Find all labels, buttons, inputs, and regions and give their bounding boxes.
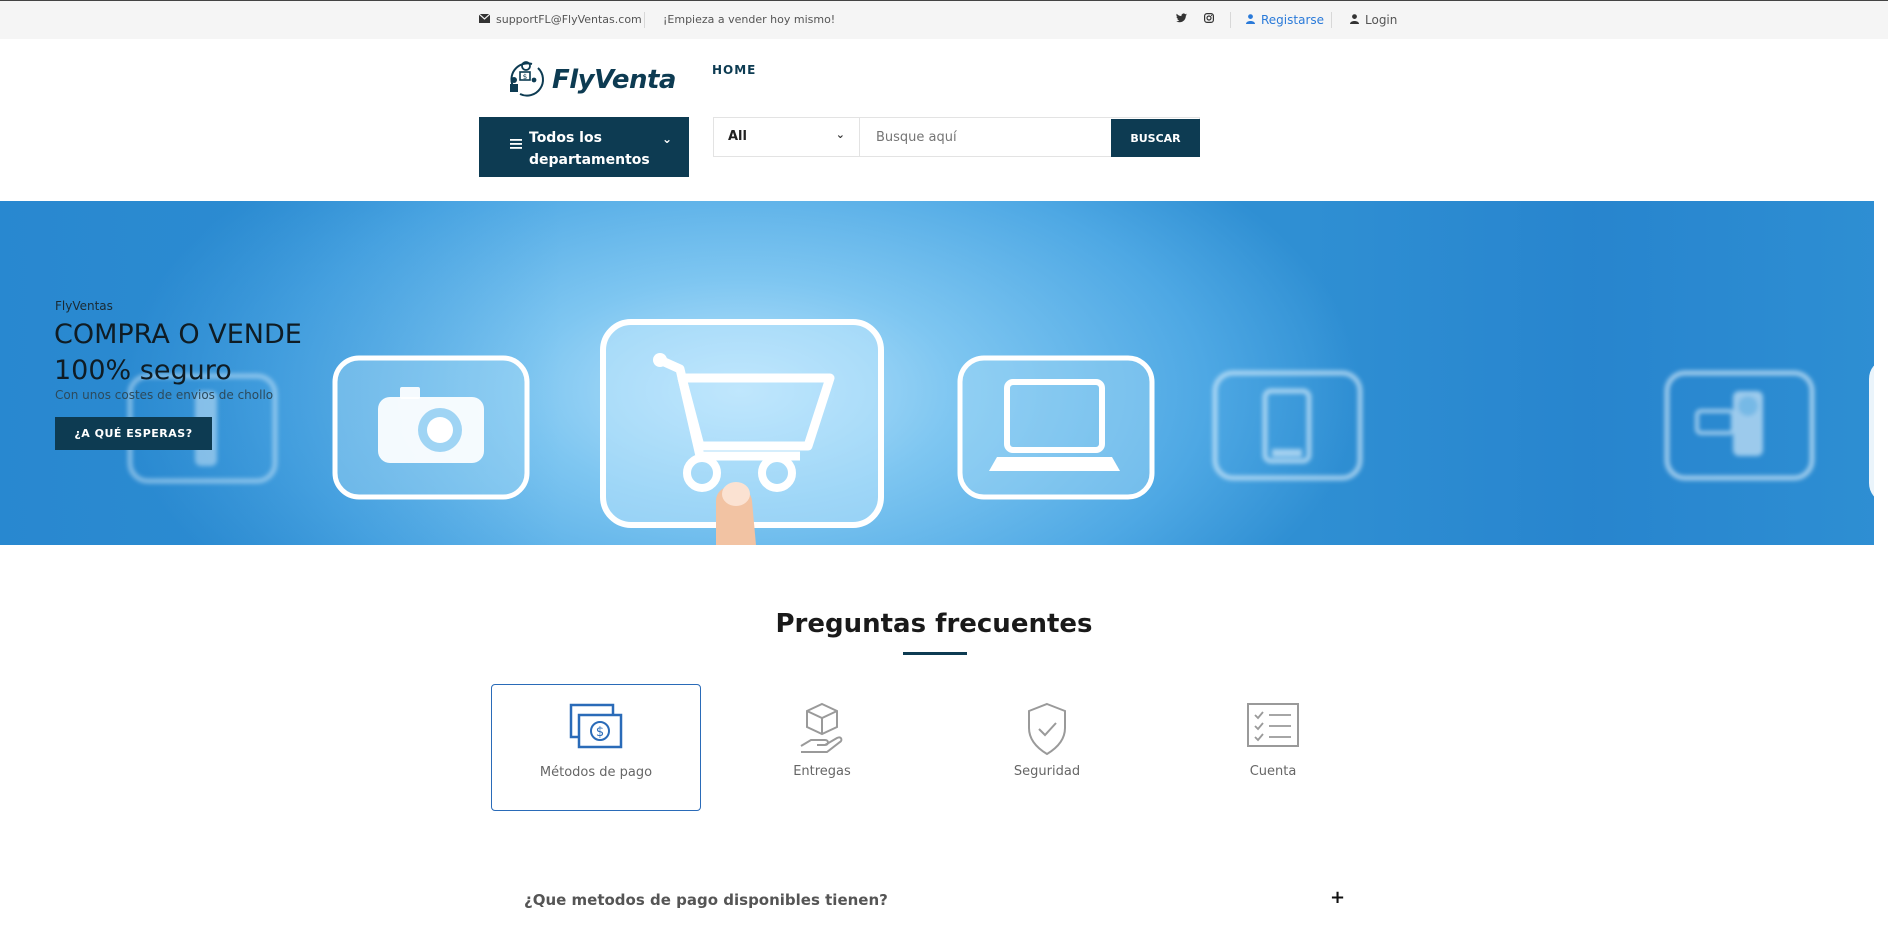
top-bar: supportFL@FlyVentas.com ¡Empieza a vende… (0, 0, 1888, 39)
title-underline (903, 652, 967, 655)
register-label: Registarse (1261, 13, 1325, 27)
shield-check-icon (1025, 702, 1069, 760)
tagline: ¡Empieza a vender hoy mismo! (663, 13, 835, 26)
tagline-text: ¡Empieza a vender hoy mismo! (663, 13, 836, 26)
hero-title: COMPRA O VENDE 100% seguro (54, 317, 302, 389)
faq-title: Preguntas frecuentes (775, 609, 1093, 639)
login-link[interactable]: Login (1350, 13, 1397, 27)
video-camera-tile (1664, 370, 1815, 481)
svg-text:$: $ (523, 73, 527, 81)
hero-cta-button[interactable]: ¿A QUÉ ESPERAS? (55, 417, 212, 450)
package-hand-icon (797, 702, 847, 760)
support-email[interactable]: supportFL@FlyVentas.com (478, 13, 642, 26)
faq-tab-account[interactable]: Cuenta (1168, 684, 1378, 811)
hero-kicker: FlyVentas (55, 299, 113, 313)
faq-tab-label: Métodos de pago (539, 765, 653, 780)
envelope-icon (478, 13, 491, 26)
faq-tab-label: Entregas (793, 764, 851, 779)
divider (1230, 12, 1231, 28)
svg-text:$: $ (596, 725, 604, 740)
chevron-down-icon: ⌄ (661, 132, 672, 146)
category-value: All (728, 129, 747, 144)
site-logo[interactable]: $ FlyVenta (506, 58, 676, 102)
camera-tile (332, 355, 530, 500)
register-link[interactable]: Registarse (1246, 13, 1324, 27)
hero-banner: FlyVentas COMPRA O VENDE 100% seguro Con… (0, 201, 1874, 545)
faq-tab-payments[interactable]: $ Métodos de pago (491, 684, 701, 811)
faq-tab-deliveries[interactable]: Entregas (717, 684, 927, 811)
search-button[interactable]: BUSCAR (1111, 119, 1200, 157)
hero-subtitle: Con unos costes de envios de chollo (55, 388, 274, 402)
money-icon: $ (569, 703, 623, 755)
laptop-tile (957, 355, 1155, 500)
category-select[interactable]: All ⌄ (714, 118, 860, 156)
user-icon (1350, 13, 1359, 27)
user-icon (1246, 13, 1255, 27)
nav-home[interactable]: HOME (712, 63, 756, 77)
hero-title-line2: 100% seguro (54, 355, 232, 386)
divider (1331, 12, 1332, 28)
instagram-icon[interactable] (1204, 13, 1214, 23)
plus-icon[interactable]: + (1330, 887, 1345, 908)
edge-tile (1869, 365, 1874, 497)
divider (644, 12, 645, 28)
hamburger-menu-icon (510, 134, 522, 156)
twitter-icon[interactable] (1176, 13, 1187, 23)
faq-question[interactable]: ¿Que metodos de pago disponibles tienen? (524, 891, 888, 909)
phone-tile (1212, 370, 1363, 481)
hero-title-line1: COMPRA O VENDE (54, 319, 302, 350)
faq-tab-label: Cuenta (1249, 764, 1297, 779)
cart-tile (600, 319, 884, 545)
logo-icon: $ (506, 58, 546, 102)
departments-button[interactable]: Todos los departamentos ⌄ (479, 117, 689, 177)
faq-tab-security[interactable]: Seguridad (942, 684, 1152, 811)
checklist-icon (1246, 702, 1300, 752)
logo-text: FlyVenta (552, 65, 676, 95)
chevron-down-icon: ⌄ (835, 128, 845, 141)
faq-tab-label: Seguridad (1013, 764, 1081, 779)
login-label: Login (1365, 13, 1398, 27)
support-email-text: supportFL@FlyVentas.com (496, 13, 642, 26)
